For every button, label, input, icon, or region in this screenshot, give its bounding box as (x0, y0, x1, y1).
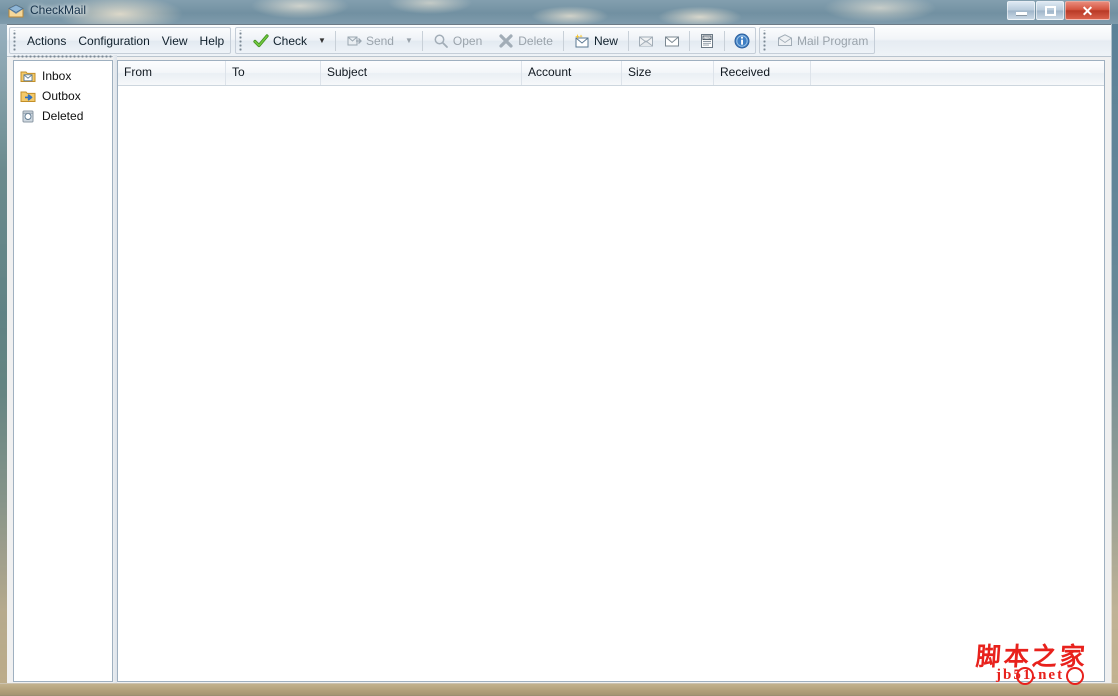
info-icon (734, 33, 750, 49)
icon-button-log[interactable]: LOG (694, 30, 720, 52)
menu-view[interactable]: View (156, 31, 194, 51)
svg-text:LOG: LOG (704, 36, 711, 40)
mail-program-grip[interactable] (762, 30, 769, 51)
toolbar-separator (335, 31, 336, 51)
sidebar-item-label: Deleted (42, 109, 83, 123)
menu-bar: Actions Configuration View Help (9, 27, 231, 54)
mail-program-icon (777, 33, 793, 49)
main-toolbar-grip[interactable] (238, 30, 245, 51)
outbox-folder-icon (20, 88, 36, 104)
new-mail-icon (574, 33, 590, 49)
mail-program-button[interactable]: Mail Program (771, 30, 874, 52)
window-title: CheckMail (30, 3, 86, 17)
column-header-from[interactable]: From (118, 61, 226, 85)
title-bar[interactable]: CheckMail ✕ (0, 0, 1118, 24)
mail-program-label: Mail Program (797, 34, 868, 48)
open-button[interactable]: Open (427, 30, 488, 52)
icon-button-info[interactable] (729, 30, 755, 52)
sidebar-item-deleted[interactable]: Deleted (14, 106, 112, 126)
column-header-size[interactable]: Size (622, 61, 714, 85)
menu-help[interactable]: Help (194, 31, 231, 51)
icon-button-envelope[interactable] (659, 30, 685, 52)
toolbar-separator (628, 31, 629, 51)
column-header-received[interactable]: Received (714, 61, 811, 85)
new-button-label: New (594, 34, 618, 48)
menu-bar-grip[interactable] (12, 30, 19, 51)
open-button-label: Open (453, 34, 482, 48)
window-border-bottom (0, 683, 1118, 696)
main-toolbar: Check ▼ Send ▼ (235, 27, 756, 54)
check-dropdown-arrow[interactable]: ▼ (313, 36, 331, 45)
application-window: CheckMail ✕ Actions Configuration View H… (0, 0, 1118, 695)
inbox-folder-icon (20, 68, 36, 84)
minimize-button[interactable] (1007, 1, 1035, 20)
folder-sidebar: Inbox Outbox (13, 60, 113, 682)
column-header-subject[interactable]: Subject (321, 61, 522, 85)
log-icon: LOG (699, 33, 715, 49)
message-list-header: From To Subject Account Size Received (118, 61, 1104, 86)
window-border-right (1111, 24, 1118, 683)
new-button[interactable]: New (568, 30, 624, 52)
sidebar-item-outbox[interactable]: Outbox (14, 86, 112, 106)
message-list-body[interactable] (118, 86, 1104, 682)
close-button[interactable]: ✕ (1065, 1, 1110, 20)
mail-envelope-icon (664, 33, 680, 49)
maximize-button[interactable] (1036, 1, 1064, 20)
column-header-account[interactable]: Account (522, 61, 622, 85)
send-dropdown-arrow[interactable]: ▼ (400, 36, 418, 45)
send-button[interactable]: Send (340, 30, 400, 52)
sidebar-item-inbox[interactable]: Inbox (14, 66, 112, 86)
toolbar-separator (724, 31, 725, 51)
menu-configuration[interactable]: Configuration (72, 31, 155, 51)
icon-button-mail-closed[interactable] (633, 30, 659, 52)
gray-x-icon (498, 33, 514, 49)
column-header-to[interactable]: To (226, 61, 321, 85)
toolbar-strip: Actions Configuration View Help Check (7, 25, 1111, 57)
magnifier-icon (433, 33, 449, 49)
send-mail-icon (346, 33, 362, 49)
toolbar-separator (689, 31, 690, 51)
client-area: Actions Configuration View Help Check (7, 24, 1111, 683)
check-button[interactable]: Check (247, 30, 313, 52)
toolbar-separator (563, 31, 564, 51)
check-button-label: Check (273, 34, 307, 48)
green-check-icon (253, 33, 269, 49)
sidebar-item-label: Inbox (42, 69, 71, 83)
mail-program-toolbar: Mail Program (759, 27, 875, 54)
menu-actions[interactable]: Actions (21, 31, 72, 51)
mail-closed-icon (638, 33, 654, 49)
toolbar-separator (422, 31, 423, 51)
delete-button-label: Delete (518, 34, 553, 48)
sidebar-item-label: Outbox (42, 89, 81, 103)
send-button-label: Send (366, 34, 394, 48)
deleted-folder-icon (20, 108, 36, 124)
message-list: From To Subject Account Size Received (117, 60, 1105, 682)
delete-button[interactable]: Delete (492, 30, 559, 52)
column-header-filler (811, 61, 1104, 85)
envelope-icon (8, 4, 24, 19)
